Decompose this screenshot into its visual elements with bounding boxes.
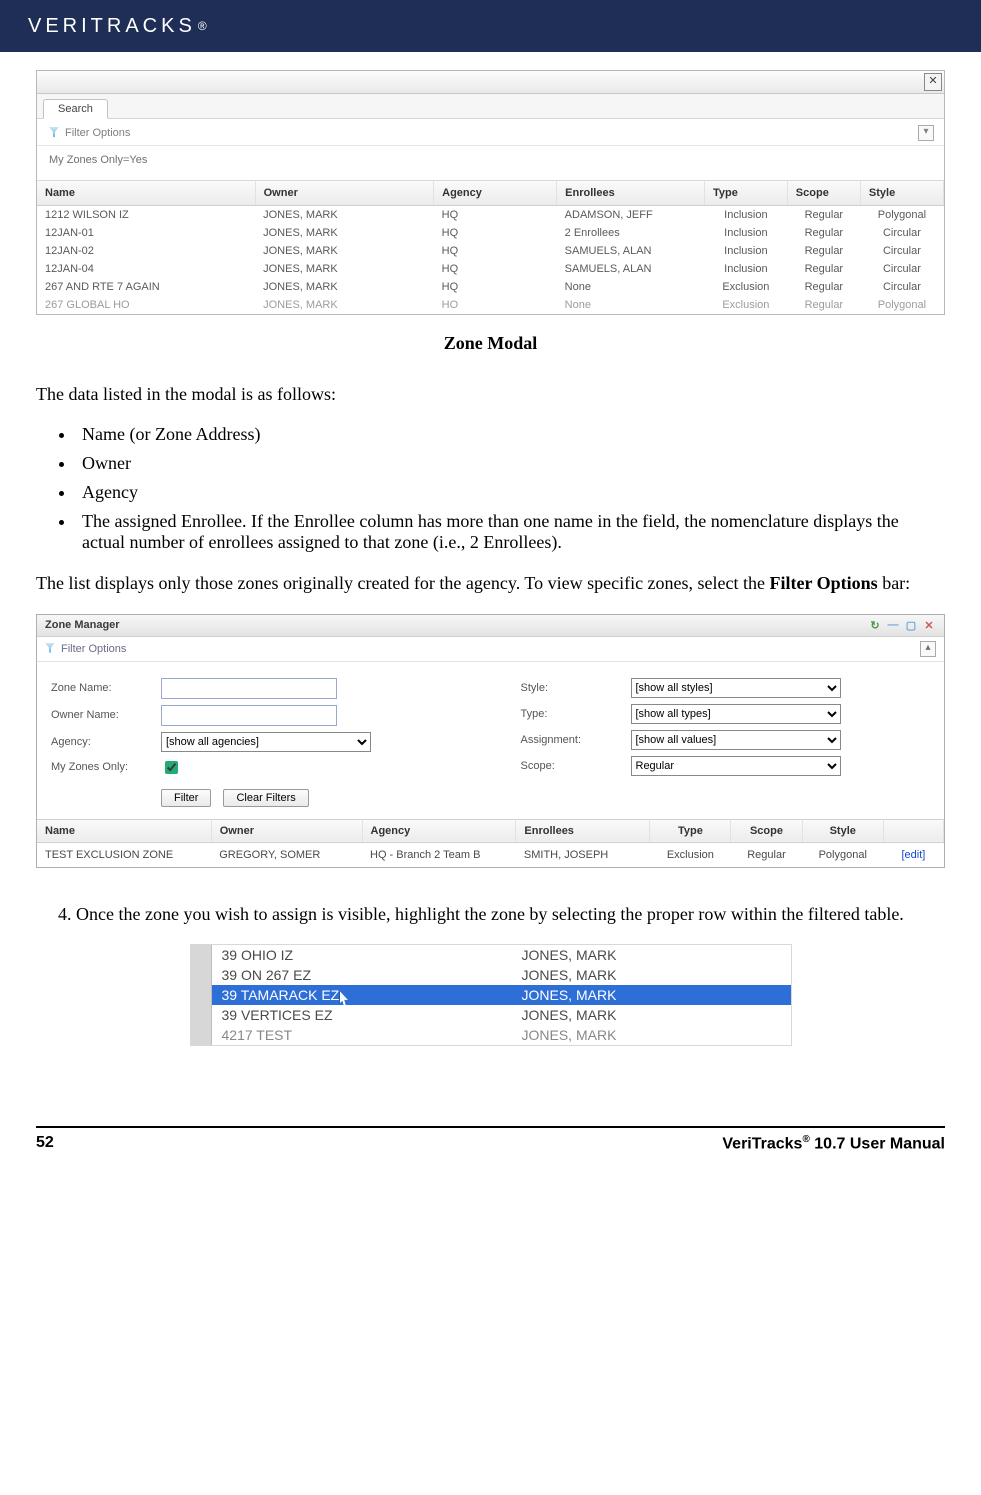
label-zone-name: Zone Name: <box>51 682 151 694</box>
label-my-zones: My Zones Only: <box>51 761 151 773</box>
owner-name-input[interactable] <box>161 705 337 726</box>
col-type[interactable]: Type <box>650 819 731 842</box>
table-row[interactable]: 4217 TESTJONES, MARK <box>212 1025 791 1045</box>
label-style: Style: <box>521 682 621 694</box>
list-item: Agency <box>76 482 945 503</box>
col-agency[interactable]: Agency <box>434 181 557 206</box>
refresh-icon[interactable]: ↻ <box>868 619 882 632</box>
zone-manager-titlebar: Zone Manager ↻ — ▢ ✕ <box>37 615 944 637</box>
close-icon[interactable]: ✕ <box>922 619 936 632</box>
filter-options-bar[interactable]: Filter Options ▾ <box>37 119 944 146</box>
funnel-icon <box>49 127 59 137</box>
label-agency: Agency: <box>51 736 151 748</box>
edit-link[interactable]: [edit] <box>902 849 926 861</box>
table-row[interactable]: 39 TAMARACK EZJONES, MARK <box>212 985 791 1005</box>
tab-search[interactable]: Search <box>43 99 108 119</box>
step-4: Once the zone you wish to assign is visi… <box>76 902 945 926</box>
col-style[interactable]: Style <box>860 181 943 206</box>
col-enrollees[interactable]: Enrollees <box>557 181 705 206</box>
bullet-list: Name (or Zone Address) Owner Agency The ass… <box>76 424 945 553</box>
minimize-icon[interactable]: — <box>886 619 900 632</box>
maximize-icon[interactable]: ▢ <box>904 619 918 632</box>
table-row[interactable]: 12JAN-01JONES, MARKHQ2 EnrolleesInclusio… <box>37 224 944 242</box>
table-row[interactable]: 39 ON 267 EZJONES, MARK <box>212 965 791 985</box>
paragraph-intro: The data listed in the modal is as follo… <box>36 382 945 406</box>
my-zones-checkbox[interactable] <box>165 761 178 774</box>
page-number: 52 <box>36 1134 54 1153</box>
type-select[interactable]: [show all types] <box>631 704 841 724</box>
col-style[interactable]: Style <box>802 819 883 842</box>
funnel-icon <box>45 643 55 653</box>
table-row[interactable]: 39 VERTICES EZJONES, MARK <box>212 1005 791 1025</box>
col-scope[interactable]: Scope <box>787 181 860 206</box>
step-list: Once the zone you wish to assign is visi… <box>76 902 945 926</box>
filter-button[interactable]: Filter <box>161 789 211 807</box>
app-header: VERITRACKS® <box>0 0 981 52</box>
col-scope[interactable]: Scope <box>731 819 802 842</box>
close-icon[interactable]: ✕ <box>924 73 942 91</box>
collapse-icon[interactable]: ▾ <box>918 125 934 141</box>
col-agency[interactable]: Agency <box>362 819 516 842</box>
col-name[interactable]: Name <box>37 819 211 842</box>
manual-title: VeriTracks® 10.7 User Manual <box>722 1134 945 1153</box>
scope-select[interactable]: Regular <box>631 756 841 776</box>
list-item: The assigned Enrollee. If the Enrollee c… <box>76 511 945 553</box>
col-name[interactable]: Name <box>37 181 255 206</box>
label-type: Type: <box>521 708 621 720</box>
list-item: Owner <box>76 453 945 474</box>
zm-filter-options-bar[interactable]: Filter Options ▴ <box>37 637 944 662</box>
paragraph-filter: The list displays only those zones origi… <box>36 571 945 595</box>
page-footer: 52 VeriTracks® 10.7 User Manual <box>36 1126 945 1153</box>
col-enrollees[interactable]: Enrollees <box>516 819 650 842</box>
zone-manager-title: Zone Manager <box>45 619 120 631</box>
brand-logo: VERITRACKS <box>28 15 196 38</box>
table-row[interactable]: TEST EXCLUSION ZONE GREGORY, SOMER HQ - … <box>37 842 944 867</box>
collapse-icon[interactable]: ▴ <box>920 641 936 657</box>
zone-name-input[interactable] <box>161 678 337 699</box>
zm-results-table: Name Owner Agency Enrollees Type Scope S… <box>37 819 944 867</box>
table-row[interactable]: 267 GLOBAL HOJONES, MARKHONoneExclusionR… <box>37 296 944 314</box>
col-owner[interactable]: Owner <box>255 181 434 206</box>
style-select[interactable]: [show all styles] <box>631 678 841 698</box>
col-actions <box>883 819 943 842</box>
row-gutter <box>191 945 212 1045</box>
table-row[interactable]: 12JAN-02JONES, MARKHQSAMUELS, ALANInclus… <box>37 242 944 260</box>
filter-summary: My Zones Only=Yes <box>37 146 944 181</box>
zone-manager-panel: Zone Manager ↻ — ▢ ✕ Filter Options ▴ Zo… <box>36 614 945 868</box>
table-row[interactable]: 39 OHIO IZJONES, MARK <box>212 945 791 965</box>
brand-registered: ® <box>198 19 207 33</box>
label-owner-name: Owner Name: <box>51 709 151 721</box>
label-scope: Scope: <box>521 760 621 772</box>
assignment-select[interactable]: [show all values] <box>631 730 841 750</box>
modal-topbar: ✕ <box>37 71 944 94</box>
row-selection-example: 39 OHIO IZJONES, MARK39 ON 267 EZJONES, … <box>190 944 792 1046</box>
col-type[interactable]: Type <box>704 181 787 206</box>
figure-caption: Zone Modal <box>36 333 945 354</box>
filter-options-label: Filter Options <box>65 127 130 139</box>
list-item: Name (or Zone Address) <box>76 424 945 445</box>
label-assignment: Assignment: <box>521 734 621 746</box>
table-row[interactable]: 12JAN-04JONES, MARKHQSAMUELS, ALANInclus… <box>37 260 944 278</box>
zone-modal: ✕ Search Filter Options ▾ My Zones Only=… <box>36 70 945 315</box>
agency-select[interactable]: [show all agencies] <box>161 732 371 752</box>
table-row[interactable]: 267 AND RTE 7 AGAINJONES, MARKHQNoneExcl… <box>37 278 944 296</box>
table-row[interactable]: 1212 WILSON IZJONES, MARKHQADAMSON, JEFF… <box>37 206 944 225</box>
zones-table: Name Owner Agency Enrollees Type Scope S… <box>37 181 944 314</box>
clear-filters-button[interactable]: Clear Filters <box>223 789 308 807</box>
col-owner[interactable]: Owner <box>211 819 362 842</box>
